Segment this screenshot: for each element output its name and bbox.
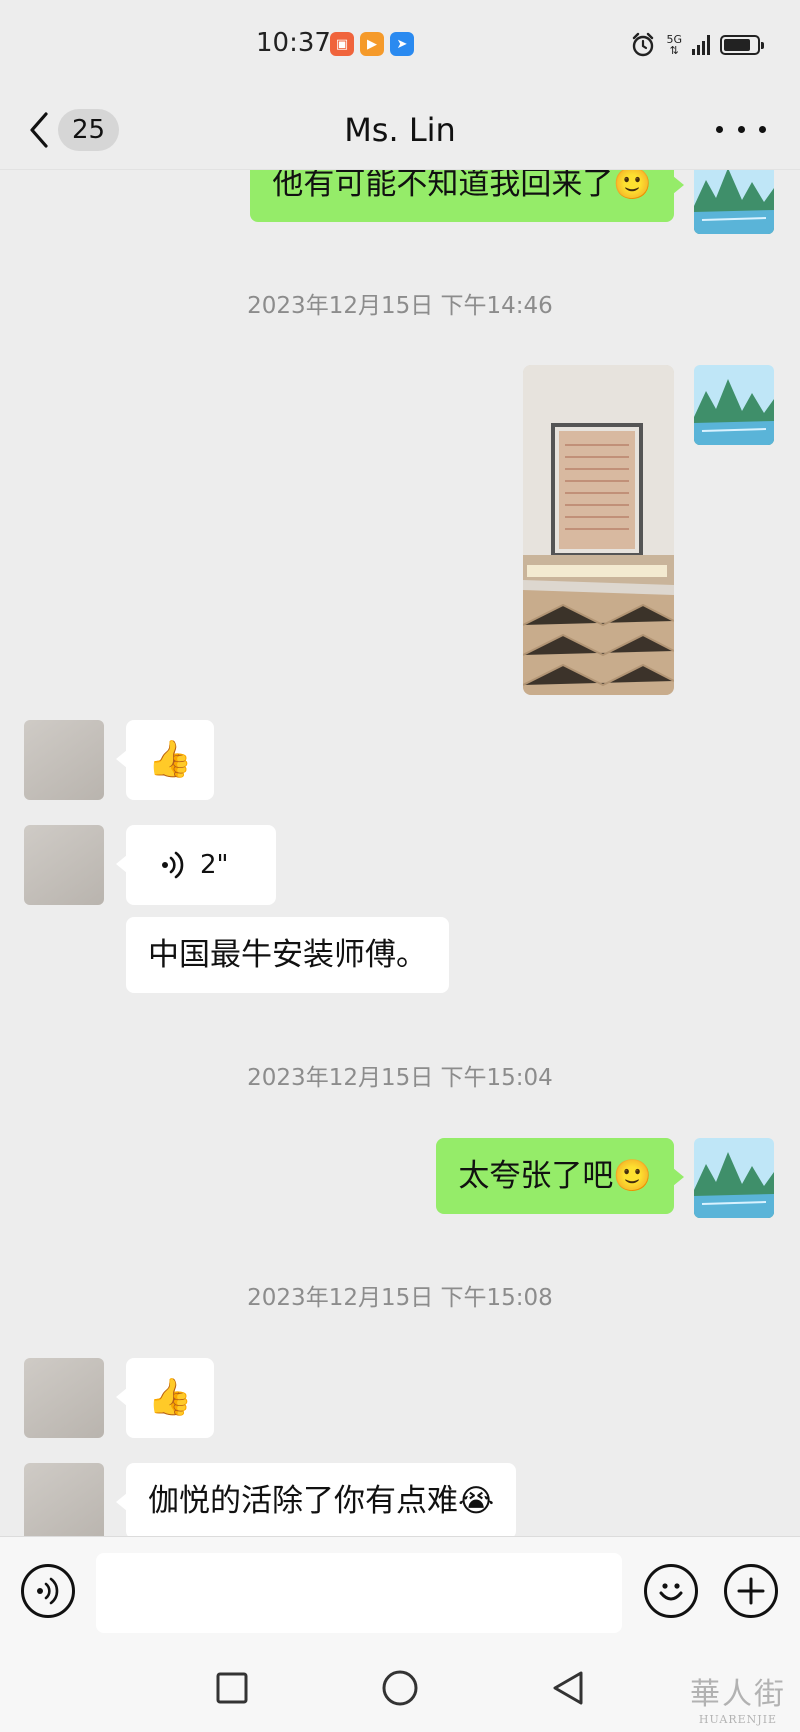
- circle-icon: [382, 1670, 418, 1706]
- my-avatar[interactable]: [694, 170, 774, 234]
- play-app-icon: ▶: [360, 32, 384, 56]
- plus-icon: [737, 1577, 765, 1605]
- my-avatar[interactable]: [694, 1138, 774, 1218]
- voice-wave-icon: [162, 851, 184, 879]
- alarm-icon: [633, 32, 654, 57]
- home-button[interactable]: [378, 1666, 422, 1710]
- signal-icon: [692, 35, 710, 55]
- other-message-bubble[interactable]: 👍: [116, 1358, 214, 1438]
- other-message-bubble[interactable]: 👍: [116, 720, 214, 800]
- network-type: 5G ⇅: [666, 33, 682, 57]
- message-text-input[interactable]: [96, 1553, 622, 1633]
- triangle-back-icon: [553, 1671, 583, 1705]
- flag-app-icon: ➤: [390, 32, 414, 56]
- watermark-logo: 華人街 HUARENJIE: [690, 1669, 786, 1726]
- back-nav-button[interactable]: [546, 1666, 590, 1710]
- voice-duration: 2": [200, 850, 229, 880]
- photo-message[interactable]: [523, 365, 674, 695]
- message-text: 太夸张了吧🙂: [458, 1158, 652, 1194]
- contact-avatar[interactable]: [24, 1463, 104, 1536]
- contact-avatar[interactable]: [24, 1358, 104, 1438]
- message-timestamp: 2023年12月15日 下午15:08: [247, 1285, 553, 1311]
- chat-header: 25 Ms. Lin: [0, 90, 800, 170]
- more-options-button[interactable]: [716, 114, 766, 144]
- voice-wave-icon: [37, 1577, 59, 1605]
- landscape-avatar-image: [694, 170, 774, 234]
- battery-icon: [720, 35, 764, 55]
- message-input-bar: [0, 1536, 800, 1644]
- room-photo-image: [523, 365, 674, 695]
- more-dot: [759, 125, 766, 133]
- voice-message-bubble[interactable]: 2": [116, 825, 276, 905]
- watermark-english: HUARENJIE: [698, 1713, 778, 1726]
- thumbs-up-icon: 👍: [147, 739, 193, 780]
- status-app-icons: ▣ ▶ ➤: [330, 32, 414, 56]
- watermark-chinese: 華人街: [690, 1677, 786, 1712]
- square-icon: [216, 1672, 248, 1704]
- my-message-bubble[interactable]: 太夸张了吧🙂: [436, 1138, 684, 1214]
- thumbs-up-icon: 👍: [147, 1377, 193, 1418]
- contact-avatar[interactable]: [24, 720, 104, 800]
- message-text: 伽悦的活除了你有点难😭: [148, 1483, 495, 1519]
- landscape-avatar-image: [694, 1138, 774, 1218]
- data-arrows-icon: ⇅: [669, 44, 679, 57]
- message-timestamp: 2023年12月15日 下午14:46: [247, 293, 553, 319]
- video-app-icon: ▣: [330, 32, 354, 56]
- other-message-bubble[interactable]: 中国最牛安装师傅。: [126, 917, 449, 993]
- recent-apps-button[interactable]: [210, 1666, 254, 1710]
- smiley-icon: [659, 1583, 683, 1601]
- other-message-bubble[interactable]: 伽悦的活除了你有点难😭: [115, 1463, 517, 1536]
- voice-input-button[interactable]: [21, 1564, 75, 1618]
- my-avatar[interactable]: [694, 365, 774, 445]
- my-message-bubble[interactable]: 他有可能不知道我回来了🙂: [250, 170, 684, 222]
- landscape-avatar-image: [694, 365, 774, 445]
- message-text: 他有可能不知道我回来了🙂: [272, 170, 652, 202]
- more-dot: [737, 125, 745, 133]
- status-indicators: 5G ⇅: [630, 32, 764, 58]
- system-navigation-bar: 華人街 HUARENJIE: [0, 1644, 800, 1732]
- chat-title: Ms. Lin: [344, 111, 456, 149]
- chat-message-list[interactable]: 他有可能不知道我回来了🙂 2023年12月15日 下午14:46 👍 2" 中国…: [0, 170, 800, 1536]
- status-time: 10:37: [256, 28, 331, 58]
- more-dot: [716, 125, 723, 133]
- message-text: 中国最牛安装师傅。: [148, 937, 427, 973]
- emoji-button[interactable]: [644, 1564, 698, 1618]
- status-bar: 10:37 ▣ ▶ ➤ 5G ⇅: [0, 0, 800, 90]
- contact-avatar[interactable]: [24, 825, 104, 905]
- message-timestamp: 2023年12月15日 下午15:04: [247, 1065, 553, 1091]
- more-functions-button[interactable]: [724, 1564, 778, 1618]
